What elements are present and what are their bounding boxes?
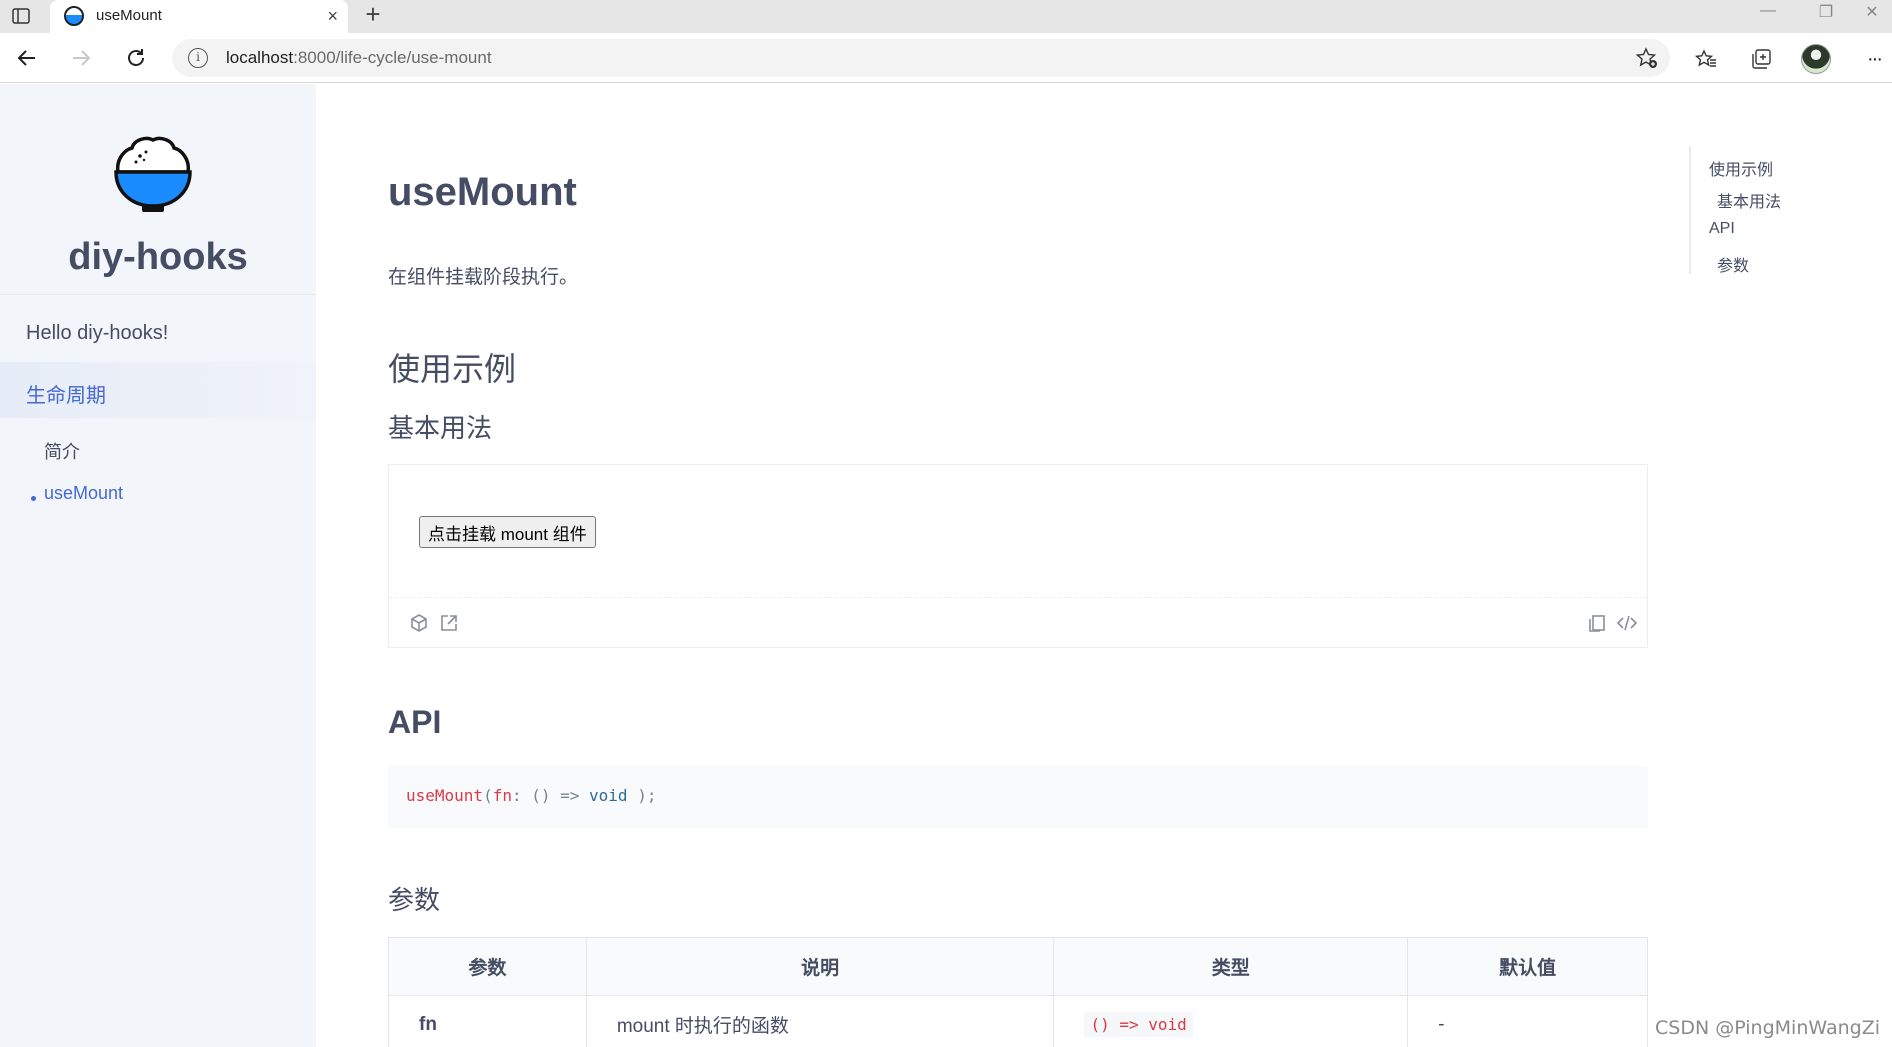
toc-item-usage[interactable]: 使用示例: [1709, 156, 1773, 180]
forward-arrow-icon: [73, 50, 91, 66]
sidebar-item-lifecycle[interactable]: 生命周期: [26, 379, 106, 408]
sidebar-item-usemount[interactable]: useMount: [44, 483, 123, 504]
demo-preview: 点击挂载 mount 组件: [388, 464, 1648, 648]
codesandbox-icon[interactable]: [407, 611, 431, 635]
copy-code-icon[interactable]: [1585, 611, 1609, 635]
browser-tab-bar: useMount × + — ❐ ✕: [0, 0, 1892, 33]
new-tab-button[interactable]: +: [360, 1, 386, 28]
table-header-cell: 类型: [1053, 937, 1409, 996]
add-favorite-icon[interactable]: [1635, 47, 1658, 74]
sidebar-divider: [0, 294, 316, 295]
profile-avatar[interactable]: [1800, 43, 1832, 75]
param-type-code: () => void: [1084, 1011, 1193, 1037]
mount-component-button[interactable]: 点击挂载 mount 组件: [419, 516, 596, 548]
browser-tab[interactable]: useMount ×: [50, 0, 348, 33]
watermark: CSDN @PingMinWangZi: [1655, 1017, 1880, 1039]
back-arrow-icon: [17, 50, 35, 66]
heading-api: API: [388, 704, 442, 740]
active-indicator-dot: [31, 496, 36, 501]
table-header-cell: 参数: [388, 937, 587, 996]
minimize-button[interactable]: —: [1748, 2, 1788, 20]
table-of-contents: 使用示例 基本用法 API 参数: [1689, 146, 1829, 276]
page-description: 在组件挂载阶段执行。: [388, 267, 579, 288]
param-type-cell: () => void: [1053, 995, 1409, 1047]
param-name-cell: fn: [388, 995, 587, 1047]
table-header-cell: 说明: [585, 937, 1055, 996]
toc-item-basic[interactable]: 基本用法: [1717, 188, 1781, 212]
table-header-cell: 默认值: [1407, 937, 1648, 996]
sidebar: diy-hooks Hello diy-hooks! 生命周期 简介 useMo…: [0, 84, 316, 1047]
close-window-button[interactable]: ✕: [1852, 2, 1892, 22]
open-external-icon[interactable]: [437, 611, 461, 635]
rice-bowl-favicon-icon: [64, 6, 84, 26]
demo-divider: [389, 597, 1647, 598]
refresh-icon: [128, 49, 144, 66]
collections-icon[interactable]: [1745, 43, 1777, 75]
table-row: fn mount 时执行的函数 () => void -: [388, 995, 1648, 1047]
restore-button[interactable]: ❐: [1806, 2, 1846, 22]
show-code-icon[interactable]: [1615, 611, 1639, 635]
heading-basic-usage: 基本用法: [388, 413, 493, 443]
param-default-cell: -: [1407, 995, 1648, 1047]
site-info-icon[interactable]: i: [188, 48, 208, 68]
sidebar-item-hello[interactable]: Hello diy-hooks!: [26, 322, 168, 345]
toc-item-params[interactable]: 参数: [1717, 252, 1749, 276]
avatar: [1801, 44, 1831, 74]
params-table: 参数 说明 类型 默认值 fn mount 时执行的函数 () => void …: [388, 937, 1648, 1047]
sidebar-item-intro[interactable]: 简介: [44, 438, 80, 464]
param-desc-cell: mount 时执行的函数: [585, 995, 1055, 1047]
tab-title: useMount: [96, 7, 162, 24]
rice-bowl-logo-icon[interactable]: [110, 130, 196, 216]
page-title: useMount: [388, 170, 577, 214]
main-content: useMount 在组件挂载阶段执行。 使用示例 基本用法 点击挂载 mount…: [316, 84, 1892, 1047]
browser-toolbar: i localhost:8000/life-cycle/use-mount ··…: [0, 33, 1892, 83]
api-code-block: useMount(fn: () => void );: [388, 766, 1648, 828]
table-header-row: 参数 说明 类型 默认值: [388, 937, 1648, 996]
settings-more-icon[interactable]: ···: [1858, 43, 1890, 75]
url-text[interactable]: localhost:8000/life-cycle/use-mount: [226, 48, 492, 68]
toc-item-api[interactable]: API: [1709, 220, 1735, 238]
site-title[interactable]: diy-hooks: [0, 236, 316, 279]
address-bar[interactable]: i localhost:8000/life-cycle/use-mount: [172, 39, 1670, 77]
back-button[interactable]: [12, 43, 42, 73]
api-signature: useMount(fn: () => void );: [406, 786, 657, 805]
heading-usage: 使用示例: [388, 351, 517, 387]
refresh-button[interactable]: [121, 43, 151, 73]
heading-params: 参数: [388, 885, 441, 915]
forward-button[interactable]: [66, 43, 96, 73]
tab-actions-icon[interactable]: [10, 5, 32, 27]
favorites-icon[interactable]: [1690, 43, 1722, 75]
tab-close-icon[interactable]: ×: [327, 6, 338, 26]
